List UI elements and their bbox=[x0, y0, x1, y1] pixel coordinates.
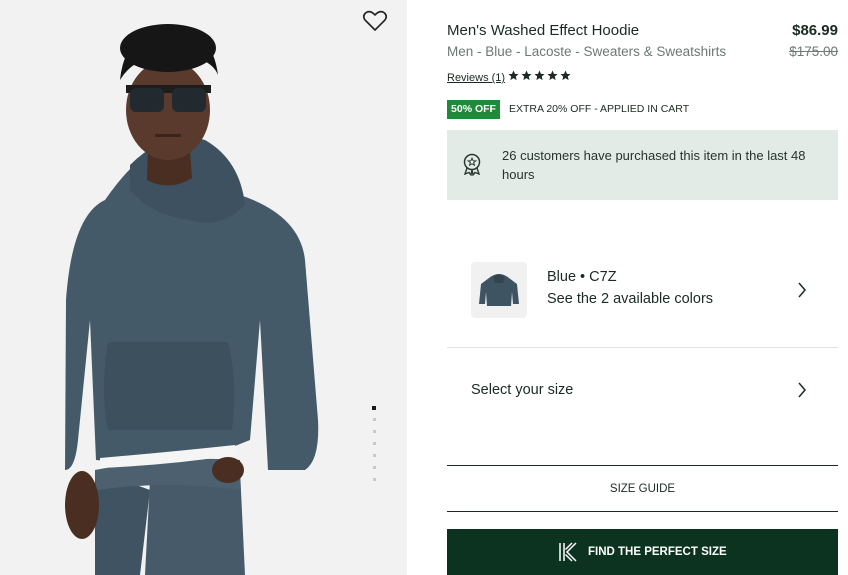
rating-stars bbox=[508, 70, 571, 84]
hoodie-thumbnail-image bbox=[479, 274, 519, 306]
gallery-dot[interactable] bbox=[373, 430, 376, 433]
star-icon bbox=[547, 70, 558, 81]
gallery-dot[interactable] bbox=[373, 466, 376, 469]
reviews-link[interactable]: Reviews (1) bbox=[447, 72, 505, 84]
find-perfect-size-button[interactable]: FIND THE PERFECT SIZE bbox=[447, 529, 838, 575]
size-guide-link[interactable]: SIZE GUIDE bbox=[447, 466, 838, 512]
gallery-pagination bbox=[372, 406, 378, 486]
original-price: $175.00 bbox=[789, 44, 838, 59]
ribbon-badge-icon bbox=[463, 153, 481, 176]
selected-color-name: Blue • C7Z bbox=[547, 269, 617, 285]
star-icon bbox=[508, 70, 519, 81]
gallery-dot[interactable] bbox=[373, 442, 376, 445]
star-icon bbox=[560, 70, 571, 81]
available-colors-text: See the 2 available colors bbox=[547, 291, 714, 307]
find-perfect-size-label: FIND THE PERFECT SIZE bbox=[588, 546, 727, 558]
gallery-dot-active[interactable] bbox=[372, 406, 376, 410]
sale-price: $86.99 bbox=[792, 22, 838, 39]
product-title: Men's Washed Effect Hoodie bbox=[447, 22, 640, 39]
color-thumbnail bbox=[471, 262, 527, 318]
product-breadcrumb: Men - Blue - Lacoste - Sweaters & Sweats… bbox=[447, 44, 727, 59]
product-image-gallery[interactable] bbox=[0, 0, 407, 575]
gallery-dot[interactable] bbox=[373, 478, 376, 481]
color-selector[interactable]: Blue • C7Z See the 2 available colors bbox=[447, 240, 838, 348]
purchase-count-banner: 26 customers have purchased this item in… bbox=[447, 130, 838, 200]
product-photo bbox=[0, 0, 407, 575]
chevron-right-icon bbox=[798, 282, 806, 298]
star-icon bbox=[521, 70, 532, 81]
heart-icon bbox=[362, 10, 388, 31]
extra-discount-text: EXTRA 20% OFF - APPLIED IN CART bbox=[509, 103, 690, 115]
purchase-count-text: 26 customers have purchased this item in… bbox=[502, 148, 806, 182]
gallery-dot[interactable] bbox=[373, 454, 376, 457]
size-selector[interactable]: Select your size bbox=[447, 348, 838, 466]
size-selector-label: Select your size bbox=[471, 382, 574, 398]
chevron-right-icon bbox=[798, 382, 806, 398]
gallery-dot[interactable] bbox=[373, 418, 376, 421]
kiwi-size-icon bbox=[559, 542, 577, 562]
discount-badge: 50% OFF bbox=[447, 100, 500, 119]
wishlist-heart-button[interactable] bbox=[361, 8, 389, 34]
product-info-panel: Men's Washed Effect Hoodie $86.99 Men - … bbox=[447, 0, 838, 575]
star-icon bbox=[534, 70, 545, 81]
